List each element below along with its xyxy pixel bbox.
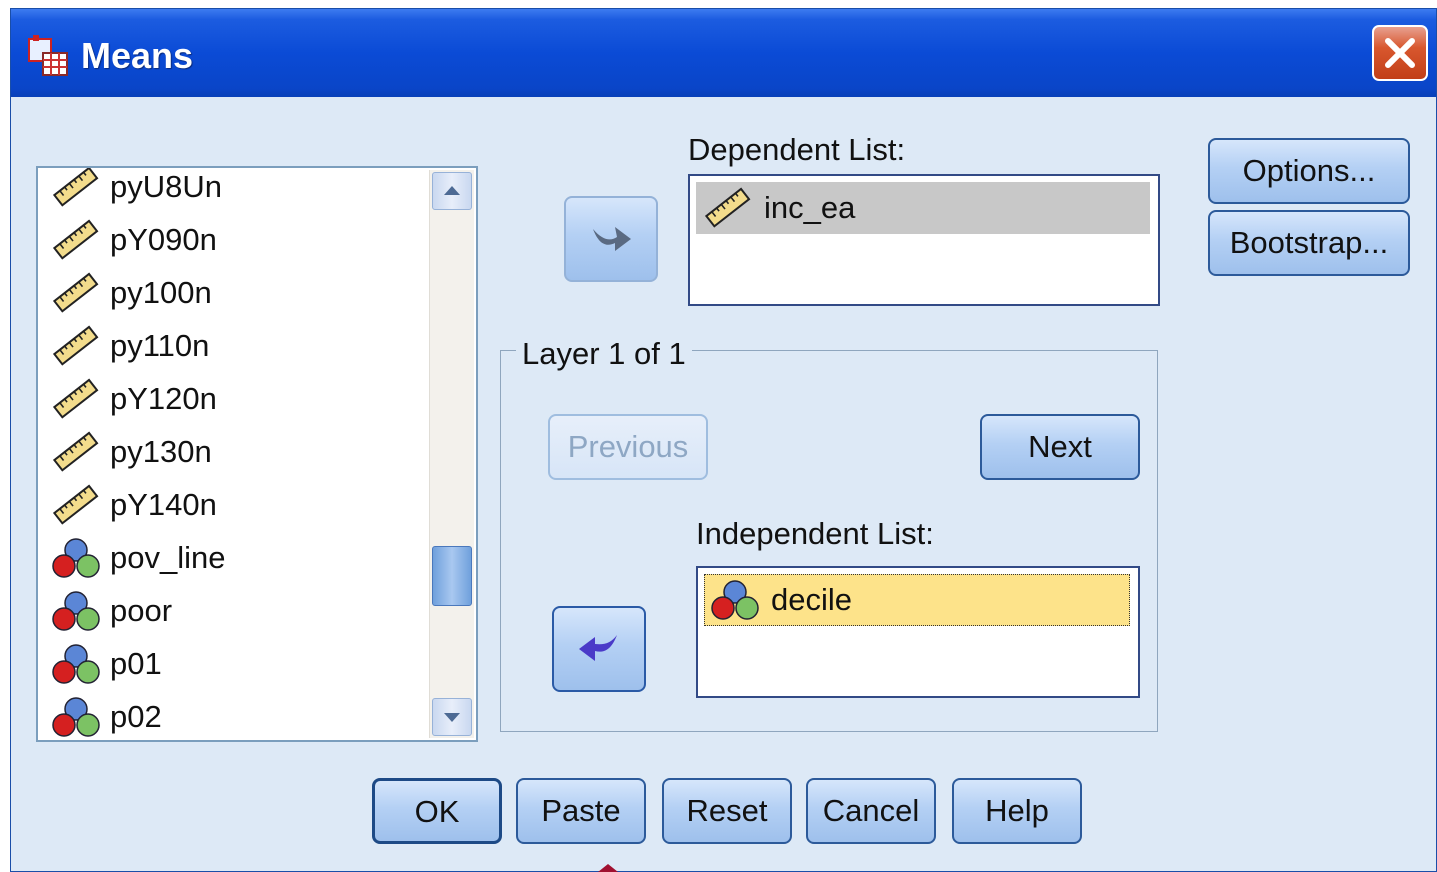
help-button[interactable]: Help [952,778,1082,844]
close-button[interactable] [1372,25,1428,81]
ok-button[interactable]: OK [372,778,502,844]
help-button-label: Help [985,793,1049,828]
triangle-up-icon [444,186,460,195]
variable-list-item[interactable]: pyU8Un [50,168,222,212]
ok-button-label: OK [414,794,460,829]
independent-list[interactable]: decile [696,566,1140,698]
independent-list-label: Independent List: [696,516,934,551]
scroll-up-button[interactable] [432,172,472,210]
variable-name: py100n [110,275,212,310]
variable-name: pY120n [110,381,217,416]
reset-button[interactable]: Reset [662,778,792,844]
dependent-list-label: Dependent List: [688,132,906,167]
reset-button-label: Reset [686,793,768,828]
variable-list-item[interactable]: pov_line [50,533,225,583]
dependent-item[interactable]: inc_ea [696,182,1150,234]
vertical-scrollbar[interactable] [429,170,474,738]
scale-ruler-icon [52,219,99,260]
dependent-item-label: inc_ea [764,190,856,225]
variable-list-item[interactable]: pY140n [50,480,217,530]
nominal-balls-icon [52,591,100,631]
scale-ruler-icon [52,168,99,207]
bootstrap-button-label: Bootstrap... [1229,225,1389,260]
paste-button[interactable]: Paste [516,778,646,844]
previous-button-label: Previous [567,429,689,464]
variable-name: pyU8Un [110,169,222,204]
next-button[interactable]: Next [980,414,1140,480]
triangle-down-icon [444,713,460,722]
nominal-balls-icon [52,538,100,578]
scale-ruler-icon [52,272,99,313]
paste-button-label: Paste [541,793,621,828]
move-to-dependent-button[interactable] [564,196,658,282]
close-icon [1385,38,1415,68]
variable-name: p01 [110,646,162,681]
mouse-cursor-icon [598,864,618,872]
options-button-label: Options... [1242,153,1376,188]
source-variable-list[interactable]: pyU8Un pY090n py100n py110n pY120n py130n pY14… [36,166,478,742]
variable-list-item[interactable]: poor [50,586,172,636]
variable-name: py110n [110,328,210,363]
variable-name: py130n [110,434,212,469]
variable-list-item[interactable]: py110n [50,321,209,371]
variable-list-item[interactable]: py130n [50,427,212,477]
scale-ruler-icon [52,431,99,472]
nominal-balls-icon [711,580,759,620]
variable-list-item[interactable]: p01 [50,639,162,689]
variable-name: pY140n [110,487,217,522]
scale-ruler-icon [704,187,751,228]
dependent-list[interactable]: inc_ea [688,174,1160,306]
independent-item-label: decile [771,582,852,617]
variable-name: pov_line [110,540,226,575]
nominal-balls-icon [52,644,100,684]
arrow-left-icon [579,635,617,661]
variable-name: p02 [110,699,162,734]
scroll-down-button[interactable] [432,698,472,736]
options-button[interactable]: Options... [1208,138,1410,204]
scale-ruler-icon [52,325,99,366]
previous-button[interactable]: Previous [548,414,708,480]
variable-name: pY090n [110,222,217,257]
variable-list-item[interactable]: pY090n [50,215,217,265]
arrow-right-icon [593,227,631,251]
independent-item[interactable]: decile [704,574,1130,626]
variable-list-item[interactable]: py100n [50,268,212,318]
variable-list-item[interactable]: pY120n [50,374,217,424]
cancel-button-label: Cancel [822,793,920,828]
variable-name: poor [110,593,173,628]
title-bar[interactable]: Means [11,9,1436,97]
variable-list-item[interactable]: p02 [50,692,162,740]
spss-means-icon [28,35,68,76]
layer-title: Layer 1 of 1 [516,336,692,372]
move-to-independent-button[interactable] [552,606,646,692]
scrollbar-thumb[interactable] [432,546,472,606]
nominal-balls-icon [52,697,100,737]
bootstrap-button[interactable]: Bootstrap... [1208,210,1410,276]
next-button-label: Next [1028,429,1092,464]
scale-ruler-icon [52,484,99,525]
cancel-button[interactable]: Cancel [806,778,936,844]
scale-ruler-icon [52,378,99,419]
window-title: Means [81,35,194,76]
